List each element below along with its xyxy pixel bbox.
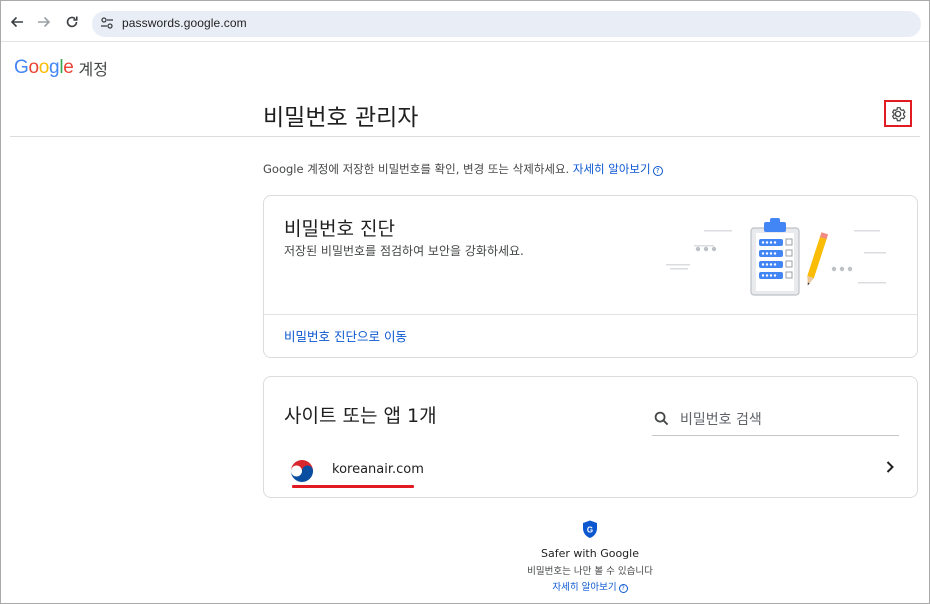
checkup-divider	[264, 314, 917, 315]
help-icon: ?	[652, 166, 663, 176]
site-list-item[interactable]: koreanair.com	[264, 449, 917, 497]
page-title: 비밀번호 관리자	[263, 105, 419, 131]
reload-button[interactable]	[61, 11, 83, 33]
google-logo-letter: o	[38, 57, 50, 78]
site-info-icon[interactable]	[100, 16, 114, 30]
clipboard-illustration	[666, 218, 886, 296]
reload-icon	[66, 16, 78, 28]
go-to-checkup-link[interactable]: 비밀번호 진단으로 이동	[284, 326, 407, 345]
footer-learn-more-link[interactable]: 자세히 알아보기?	[470, 579, 710, 593]
search-placeholder: 비밀번호 검색	[680, 412, 762, 428]
arrow-left-icon	[10, 16, 23, 28]
footer-subtitle: 비밀번호는 나만 볼 수 있습니다	[527, 566, 653, 577]
forward-button[interactable]	[33, 11, 55, 33]
sites-count-title: 사이트 또는 앱 1개	[284, 405, 437, 427]
google-logo-letter: e	[63, 57, 74, 78]
address-bar[interactable]: passwords.google.com	[92, 11, 921, 37]
safer-with-google-footer: G Safer with Google 비밀번호는 나만 볼 수 있습니다 자세…	[470, 520, 710, 593]
arrow-right-icon	[38, 16, 51, 28]
google-logo-letter: G	[14, 57, 29, 78]
url-text: passwords.google.com	[122, 16, 247, 30]
checkup-title: 비밀번호 진단	[284, 218, 395, 240]
help-icon: ?	[618, 584, 628, 593]
svg-text:G: G	[587, 526, 593, 535]
google-account-header[interactable]: Google 계정	[14, 56, 108, 80]
chevron-right-icon	[886, 461, 894, 473]
site-name: koreanair.com	[332, 462, 424, 477]
account-label: 계정	[78, 60, 108, 79]
password-checkup-card: 비밀번호 진단 저장된 비밀번호를 점검하여 보안을 강화하세요. 비밀번호 진…	[263, 195, 918, 358]
korean-air-logo-icon	[290, 459, 314, 483]
search-icon	[654, 411, 669, 426]
back-button[interactable]	[6, 11, 28, 33]
checkup-subtitle: 저장된 비밀번호를 점검하여 보안을 강화하세요.	[284, 244, 524, 258]
gear-icon	[892, 106, 906, 121]
saved-sites-card: 사이트 또는 앱 1개 비밀번호 검색 koreanair.com	[263, 376, 918, 498]
footer-link-text: 자세히 알아보기	[552, 582, 617, 593]
footer-title: Safer with Google	[540, 547, 639, 560]
browser-toolbar: passwords.google.com	[1, 1, 929, 42]
settings-button[interactable]	[884, 100, 912, 127]
google-logo-letter: g	[49, 57, 60, 78]
google-logo-letter: o	[28, 57, 39, 78]
learn-more-link[interactable]: 자세히 알아보기	[573, 162, 651, 176]
google-logo: Google	[14, 57, 74, 79]
title-divider	[10, 136, 920, 137]
highlight-underline	[292, 485, 414, 488]
google-shield-icon: G	[583, 520, 597, 538]
intro-text: Google 계정에 저장한 비밀번호를 확인, 변경 또는 삭제하세요. 자세…	[263, 161, 663, 177]
intro-description: Google 계정에 저장한 비밀번호를 확인, 변경 또는 삭제하세요.	[263, 162, 573, 176]
password-search-input[interactable]: 비밀번호 검색	[652, 402, 899, 436]
